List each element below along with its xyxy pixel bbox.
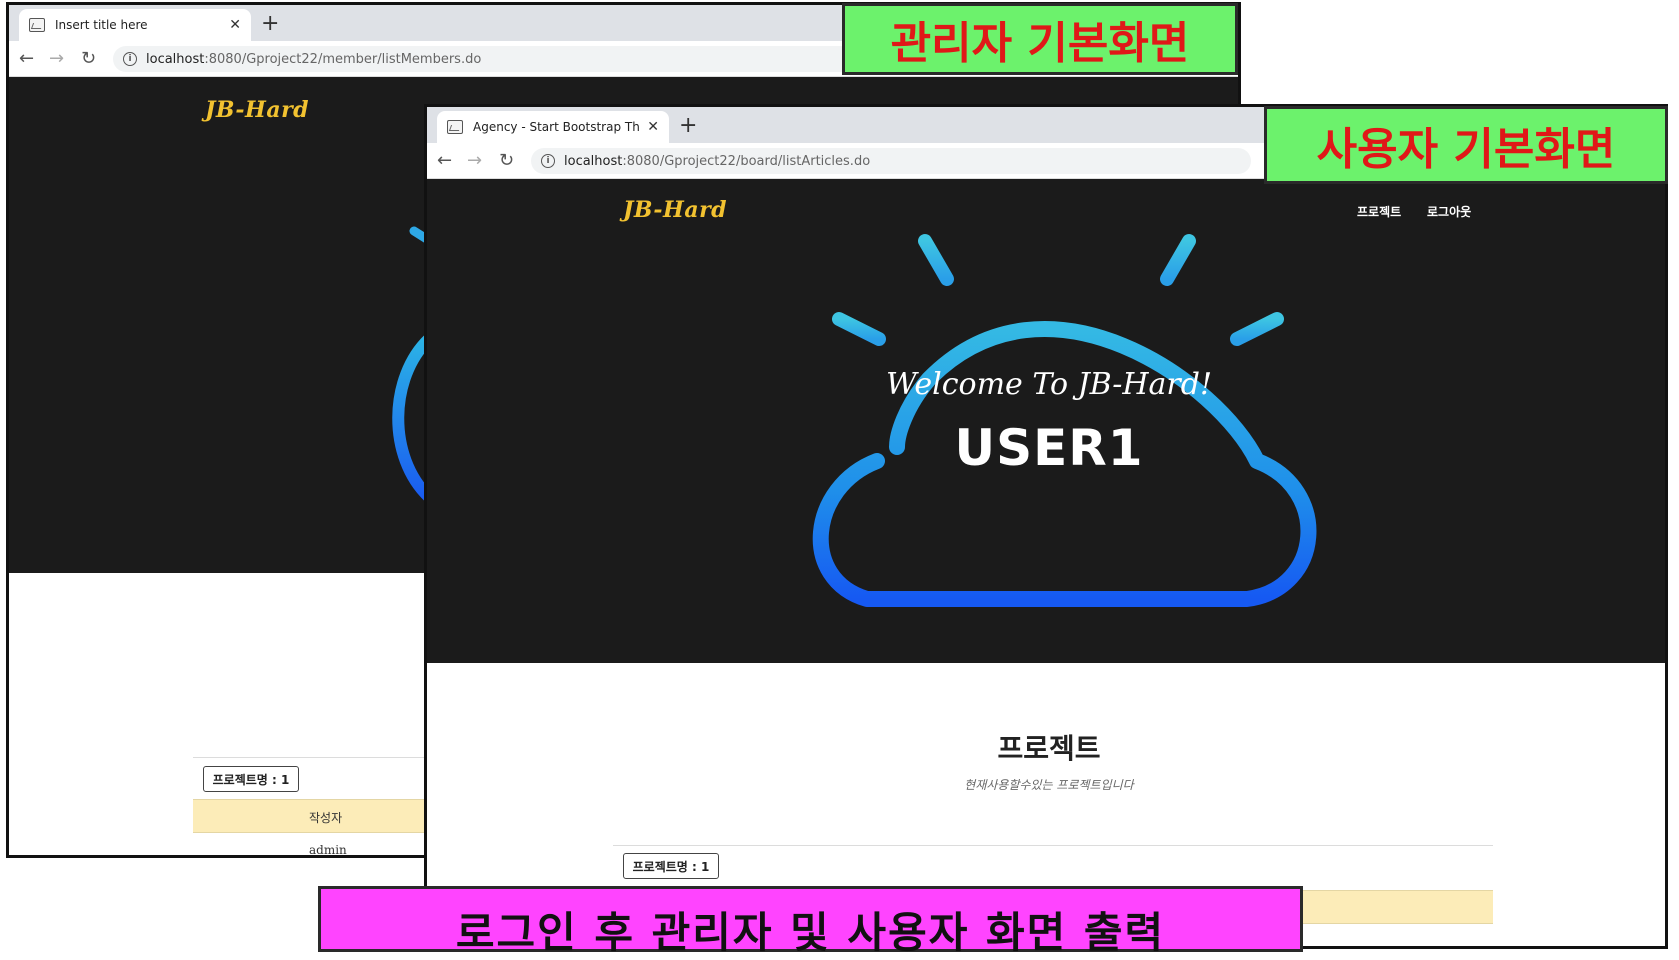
back-icon[interactable]: ← xyxy=(19,47,34,71)
admin-divider xyxy=(193,757,433,758)
hero-title: USER1 xyxy=(954,419,1144,477)
url-path: :8080/Gproject22/member/listMembers.do xyxy=(204,51,482,67)
page-favicon-icon xyxy=(447,120,463,134)
new-tab-icon[interactable]: + xyxy=(261,11,279,37)
url-host: localhost xyxy=(146,51,205,67)
section-title: 프로젝트 xyxy=(997,732,1101,765)
user-url-field[interactable]: i localhost :8080/Gproject22/board/listA… xyxy=(531,148,1251,174)
url-path: :8080/Gproject22/board/listArticles.do xyxy=(622,153,871,169)
admin-tab-title: Insert title here xyxy=(55,18,148,32)
reload-icon[interactable]: ↻ xyxy=(81,47,96,71)
close-tab-icon[interactable]: ✕ xyxy=(229,17,241,33)
user-hero: JB-Hard 프로젝트 로그아웃 Welcome To JB-Hard! US… xyxy=(427,179,1665,663)
user-tab-title: Agency - Start Bootstrap Theme xyxy=(473,120,640,134)
admin-header-author: 작성자 xyxy=(309,811,343,825)
forward-icon[interactable]: → xyxy=(49,47,64,71)
reload-icon[interactable]: ↻ xyxy=(499,149,514,173)
user-divider xyxy=(613,845,1493,846)
user-browser-window: Agency - Start Bootstrap Theme ✕ + ← → ↻… xyxy=(424,104,1668,949)
hero-subtitle: Welcome To JB-Hard! xyxy=(885,367,1213,402)
section-subtitle: 현재사용할수있는 프로젝트입니다 xyxy=(964,778,1134,792)
new-tab-icon[interactable]: + xyxy=(679,113,697,139)
site-info-icon[interactable]: i xyxy=(541,154,555,168)
bottom-caption-banner: 로그인 후 관리자 및 사용자 화면 출력 xyxy=(318,886,1303,957)
admin-cell-author: admin xyxy=(309,843,347,857)
sun-rays xyxy=(832,204,1284,346)
site-info-icon[interactable]: i xyxy=(123,52,137,66)
admin-url-field[interactable]: i localhost :8080/Gproject22/member/list… xyxy=(113,46,853,72)
page-favicon-icon xyxy=(29,18,45,32)
user-tab[interactable]: Agency - Start Bootstrap Theme ✕ xyxy=(437,111,669,143)
admin-screen-label: 관리자 기본화면 xyxy=(842,3,1238,75)
user-screen-label: 사용자 기본화면 xyxy=(1264,106,1668,184)
close-tab-icon[interactable]: ✕ xyxy=(647,119,659,135)
back-icon[interactable]: ← xyxy=(437,149,452,173)
admin-table-header: 작성자 xyxy=(193,799,433,833)
url-host: localhost xyxy=(564,153,623,169)
admin-project-button[interactable]: 프로젝트명 : 1 xyxy=(203,766,299,792)
user-project-button[interactable]: 프로젝트명 : 1 xyxy=(623,853,719,879)
forward-icon[interactable]: → xyxy=(467,149,482,173)
admin-tab[interactable]: Insert title here ✕ xyxy=(19,9,251,41)
